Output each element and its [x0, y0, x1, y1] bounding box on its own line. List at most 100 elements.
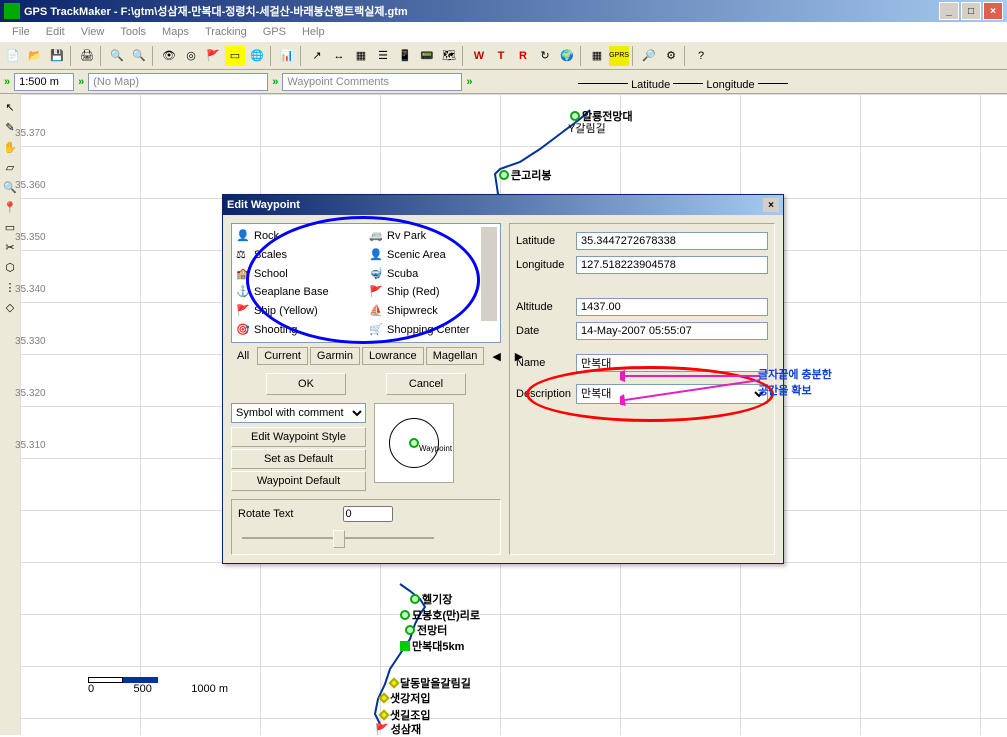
- axis-y-5: 35.320: [15, 388, 46, 399]
- tab-left-icon[interactable]: ◀: [486, 348, 506, 365]
- lat-input[interactable]: [576, 232, 768, 250]
- symbol-combo[interactable]: Symbol with comment: [231, 403, 366, 423]
- preview-label: Waypoint: [419, 444, 452, 453]
- eraser-icon[interactable]: ▱: [1, 158, 19, 176]
- hex-icon[interactable]: ⬡: [1, 258, 19, 276]
- target-icon[interactable]: ◎: [181, 46, 201, 66]
- waypoint-6[interactable]: 달동말을갈림길: [390, 675, 471, 691]
- zoomout-icon[interactable]: 🔍: [129, 46, 149, 66]
- device1-icon[interactable]: 📱: [395, 46, 415, 66]
- tab-all[interactable]: All: [231, 348, 255, 364]
- menu-tools[interactable]: Tools: [112, 24, 154, 40]
- menu-gps[interactable]: GPS: [255, 24, 294, 40]
- alt-label: Altitude: [516, 301, 576, 313]
- axis-y-6: 35.310: [15, 440, 46, 451]
- gprs-icon[interactable]: GPRS: [609, 46, 629, 66]
- menu-maps[interactable]: Maps: [154, 24, 197, 40]
- rotate-group: Rotate Text: [231, 499, 501, 555]
- menu-file[interactable]: File: [4, 24, 38, 40]
- wp-label: 달동말을갈림길: [400, 675, 471, 691]
- dialog-titlebar[interactable]: Edit Waypoint ×: [223, 195, 783, 215]
- tab-magellan[interactable]: Magellan: [426, 347, 485, 365]
- chart-icon[interactable]: 📊: [277, 46, 297, 66]
- globe-icon[interactable]: 🌐: [247, 46, 267, 66]
- open-icon[interactable]: 📂: [25, 46, 45, 66]
- gear-icon[interactable]: ⚙: [661, 46, 681, 66]
- save-icon[interactable]: 💾: [47, 46, 67, 66]
- help-icon[interactable]: ?: [691, 46, 711, 66]
- rotate-input[interactable]: [343, 506, 393, 522]
- table-icon[interactable]: ▦: [351, 46, 371, 66]
- eye-icon[interactable]: 👁: [159, 46, 179, 66]
- dialog-close-button[interactable]: ×: [763, 198, 779, 212]
- set-default-button[interactable]: Set as Default: [231, 449, 366, 469]
- flag-icon[interactable]: 🚩: [203, 46, 223, 66]
- waypoint-5[interactable]: 만복대5km: [400, 638, 464, 654]
- ok-button[interactable]: OK: [266, 373, 346, 395]
- alt-input[interactable]: [576, 298, 768, 316]
- search-icon[interactable]: 🔎: [639, 46, 659, 66]
- date-input[interactable]: [576, 322, 768, 340]
- wp-square-icon: [400, 641, 410, 651]
- new-icon[interactable]: 📄: [3, 46, 23, 66]
- export-icon[interactable]: ↗: [307, 46, 327, 66]
- axis-header: Latitude Longitude: [578, 79, 788, 91]
- zoomin-icon[interactable]: 🔍: [107, 46, 127, 66]
- maximize-button[interactable]: □: [961, 2, 981, 20]
- tab-current[interactable]: Current: [257, 347, 308, 365]
- grid-icon[interactable]: ▦: [587, 46, 607, 66]
- highlight-icon[interactable]: ▭: [225, 46, 245, 66]
- flag2-icon[interactable]: 📍: [1, 198, 19, 216]
- menu-help[interactable]: Help: [294, 24, 333, 40]
- waypoint-default-button[interactable]: Waypoint Default: [231, 471, 366, 491]
- main-toolbar: 📄 📂 💾 🖨 🔍 🔍 👁 ◎ 🚩 ▭ 🌐 📊 ↗ ↔ ▦ ☰ 📱 📟 🗺 W …: [0, 42, 1007, 70]
- waypoint-2[interactable]: 헬기장: [410, 591, 452, 607]
- hand-icon[interactable]: ✋: [1, 138, 19, 156]
- tab-lowrance[interactable]: Lowrance: [362, 347, 424, 365]
- lon-input[interactable]: [576, 256, 768, 274]
- close-button[interactable]: ×: [983, 2, 1003, 20]
- map-input[interactable]: [88, 73, 268, 91]
- menu-view[interactable]: View: [73, 24, 113, 40]
- arrow2-icon[interactable]: »: [78, 76, 84, 88]
- arrow3-icon[interactable]: »: [272, 76, 278, 88]
- window-titlebar: GPS TrackMaker - F:\gtm\성삼재-만복대-정령치-세걸산-…: [0, 0, 1007, 22]
- waypoint-7[interactable]: 샛강저입: [380, 690, 430, 706]
- rotate-slider[interactable]: [238, 528, 438, 548]
- arrows-icon[interactable]: ↔: [329, 46, 349, 66]
- waypoint-3[interactable]: 묘봉호(만)리로: [400, 607, 480, 623]
- waypoint-4[interactable]: 전망터: [405, 622, 447, 638]
- minimize-button[interactable]: _: [939, 2, 959, 20]
- w-icon[interactable]: W: [469, 46, 489, 66]
- menu-edit[interactable]: Edit: [38, 24, 73, 40]
- annotation-ellipse-red: [526, 366, 774, 422]
- wp-marker-icon: [410, 594, 420, 604]
- annotation-text: 글자끝에 충분한 공간을 확보: [758, 366, 832, 398]
- t-icon[interactable]: T: [491, 46, 511, 66]
- device2-icon[interactable]: 📟: [417, 46, 437, 66]
- wp-marker-icon: [378, 709, 389, 720]
- waypoint-1[interactable]: 큰고리봉: [499, 167, 551, 183]
- shape-icon[interactable]: ◇: [1, 298, 19, 316]
- arrow1-icon[interactable]: »: [4, 76, 10, 88]
- list-icon[interactable]: ☰: [373, 46, 393, 66]
- map-icon[interactable]: 🗺: [439, 46, 459, 66]
- cancel-button[interactable]: Cancel: [386, 373, 466, 395]
- print-icon[interactable]: 🖨: [77, 46, 97, 66]
- tab-garmin[interactable]: Garmin: [310, 347, 360, 365]
- scale-input[interactable]: [14, 73, 74, 91]
- comments-input[interactable]: [282, 73, 462, 91]
- globe2-icon[interactable]: 🌍: [557, 46, 577, 66]
- cursor-icon[interactable]: ↖: [1, 98, 19, 116]
- r-icon[interactable]: R: [513, 46, 533, 66]
- refresh-icon[interactable]: ↻: [535, 46, 555, 66]
- lon-label: Longitude: [516, 259, 576, 271]
- scale-bar: » » » »: [0, 70, 1007, 94]
- axis-y-0: 35.370: [15, 128, 46, 139]
- waypoint-0b[interactable]: Y갈림길: [568, 120, 606, 136]
- arrow4-icon[interactable]: »: [466, 76, 472, 88]
- axis-y-4: 35.330: [15, 336, 46, 347]
- edit-style-button[interactable]: Edit Waypoint Style: [231, 427, 366, 447]
- menu-tracking[interactable]: Tracking: [197, 24, 255, 40]
- preview-box: Waypoint: [374, 403, 454, 483]
